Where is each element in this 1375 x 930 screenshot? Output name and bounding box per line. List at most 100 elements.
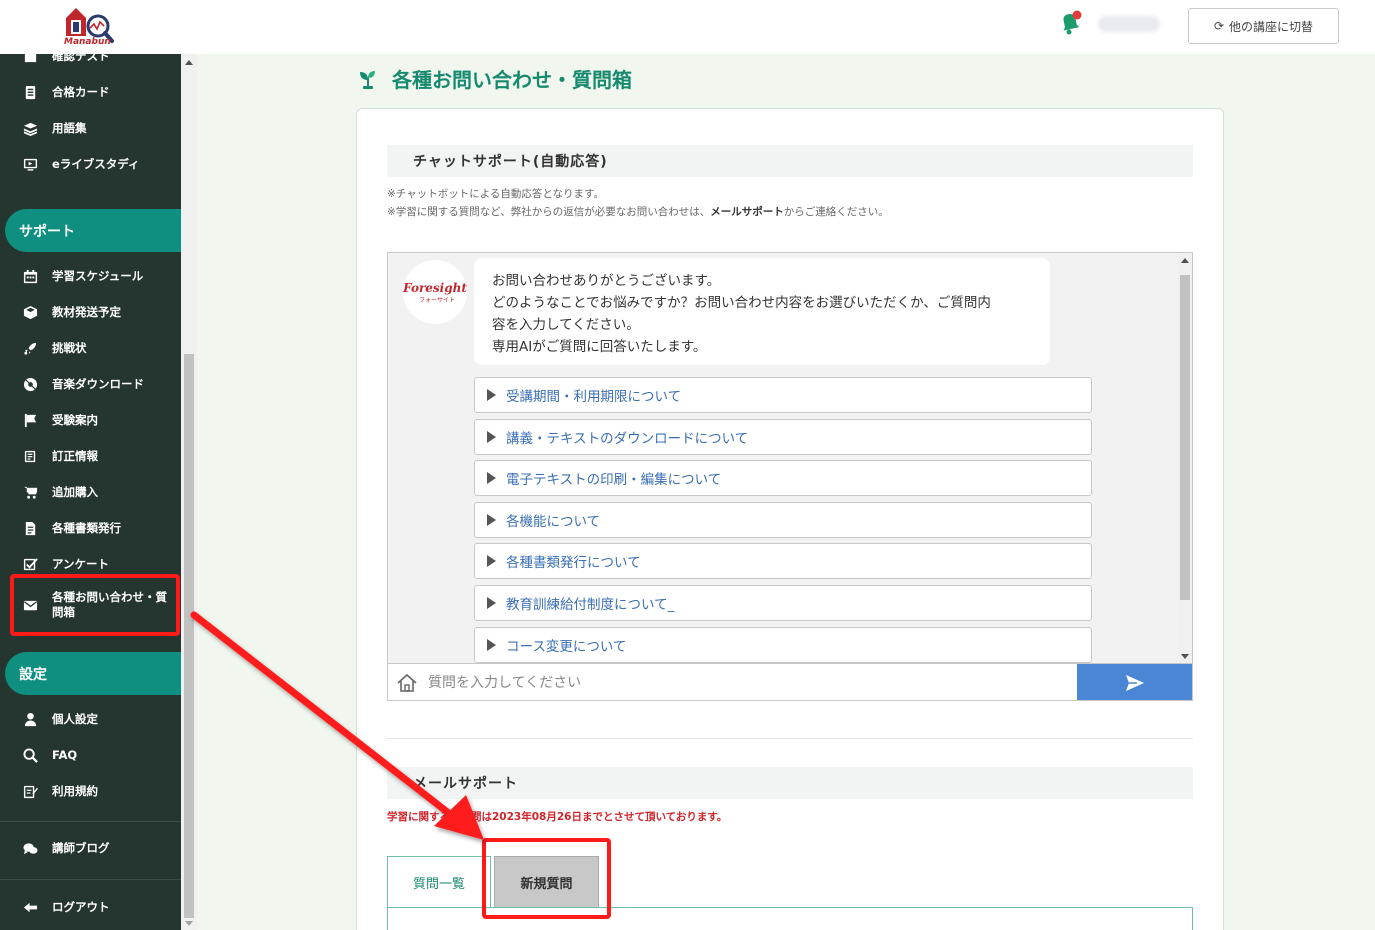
top-header: Manabun ⟳ 他の講座に切替 — [0, 0, 1375, 54]
sidebar-item-label: 訂正情報 — [52, 449, 98, 463]
sidebar-item-exam-guide[interactable]: 受験案内 — [0, 402, 181, 438]
puzzle-icon — [22, 54, 38, 64]
terms-icon — [22, 783, 38, 799]
send-icon — [1126, 675, 1144, 691]
send-button[interactable] — [1077, 664, 1192, 700]
manabun-logo[interactable]: Manabun — [56, 4, 120, 50]
sidebar-item-logout[interactable]: ログアウト — [0, 889, 181, 925]
sidebar-item-label: 用語集 — [52, 121, 87, 135]
chat-option-course-change[interactable]: コース変更について — [474, 627, 1092, 663]
sidebar-item-label: 教材発送予定 — [52, 305, 121, 319]
plant-leaf-icon — [360, 70, 375, 89]
chat-option-period[interactable]: 受講期間・利用期限について — [474, 377, 1092, 413]
bot-message-line: お問い合わせありがとうございます。 — [492, 273, 721, 289]
switch-course-button[interactable]: ⟳ 他の講座に切替 — [1188, 8, 1339, 44]
scroll-thumb[interactable] — [184, 354, 194, 918]
home-icon[interactable] — [396, 672, 418, 694]
sidebar-scrollbar[interactable] — [181, 54, 197, 930]
sidebar-section-settings: 設定 — [5, 652, 181, 695]
bot-name: Foresight — [403, 280, 467, 295]
sidebar-item-e-live-study[interactable]: eライブスタディ — [0, 146, 181, 182]
sidebar-item-label: eライブスタディ — [52, 157, 140, 171]
sidebar-item-music-download[interactable]: 音楽ダウンロード — [0, 366, 181, 402]
rocket-icon — [22, 340, 38, 356]
chat-option-label: 受講期間・利用期限について — [506, 389, 682, 405]
chat-option-download[interactable]: 講義・テキストのダウンロードについて — [474, 419, 1092, 455]
chat-section-title: チャットサポート(自動応答) — [387, 145, 1193, 177]
chat-note-2: ※学習に関する質問など、弊社からの返信が必要なお問い合わせは、メールサポートから… — [387, 204, 889, 219]
chat-note-2-tail: からご連絡ください。 — [783, 206, 889, 218]
bot-message-line: どのようなことでお悩みですか？お問い合わせ内容をお選びいただくか、ご質問内 — [492, 295, 991, 311]
flag-icon — [22, 412, 38, 428]
bot-message-line: 専用AIがご質問に回答いたします。 — [492, 339, 707, 355]
sidebar-item-label: 確認テスト — [52, 54, 110, 63]
chat-note-2-text: ※学習に関する質問など、弊社からの返信が必要なお問い合わせは、 — [387, 206, 711, 218]
sidebar-item-errata[interactable]: 訂正情報 — [0, 438, 181, 474]
mail-support-link[interactable]: メールサポート — [710, 206, 784, 218]
sidebar-item-label: ログアウト — [52, 900, 110, 914]
chat-note-1: ※チャットボットによる自動応答となります。 — [387, 188, 605, 200]
chat-option-features[interactable]: 各機能について — [474, 502, 1092, 538]
sidebar-item-glossary[interactable]: 用語集 — [0, 110, 181, 146]
notification-bell-icon[interactable] — [1058, 10, 1082, 36]
sidebar-item-label: 各種書類発行 — [52, 521, 121, 535]
triangle-right-icon — [487, 597, 496, 609]
refresh-icon: ⟳ — [1213, 19, 1225, 33]
bot-subname: フォーサイト — [419, 296, 455, 304]
chat-scroll-down-icon[interactable] — [1181, 654, 1189, 659]
highlight-box-sidebar — [10, 574, 180, 636]
bot-avatar: Foresight フォーサイト — [403, 260, 467, 324]
sidebar-divider — [0, 821, 181, 822]
sidebar-item-quiz[interactable]: 確認テスト — [0, 54, 181, 74]
chat-option-documents[interactable]: 各種書類発行について — [474, 543, 1092, 579]
edit-list-icon — [22, 448, 38, 464]
chat-scroll-thumb[interactable] — [1180, 275, 1190, 600]
mail-deadline-note: 学習に関するご質問は2023年08月26日までとさせて頂いております。 — [387, 811, 728, 823]
sidebar-item-label: アンケート — [52, 557, 110, 571]
sidebar-section-support: サポート — [5, 209, 181, 252]
triangle-right-icon — [487, 431, 496, 443]
tab-question-list[interactable]: 質問一覧 — [387, 856, 491, 908]
chat-option-label: 講義・テキストのダウンロードについて — [506, 431, 749, 447]
sidebar-item-label: FAQ — [52, 748, 78, 762]
sidebar-item-pass-card[interactable]: 合格カード — [0, 74, 181, 110]
sidebar-item-documents[interactable]: 各種書類発行 — [0, 510, 181, 546]
switch-course-label: 他の講座に切替 — [1229, 19, 1314, 34]
chat-scroll-up-icon[interactable] — [1181, 258, 1189, 263]
chat-option-label: 各機能について — [506, 514, 601, 530]
logo-text: Manabun — [64, 37, 111, 47]
sidebar-item-label: 講師ブログ — [52, 841, 110, 855]
book-stack-icon — [22, 120, 38, 136]
chatbot-window: Foresight フォーサイト お問い合わせありがとうございます。 どのような… — [387, 252, 1193, 701]
chat-option-benefit[interactable]: 教育訓練給付制度について_ — [474, 585, 1092, 621]
sidebar-item-personal-settings[interactable]: 個人設定 — [0, 701, 181, 737]
logout-arrow-icon — [22, 899, 38, 915]
section-divider — [387, 738, 1193, 739]
chat-question-input[interactable] — [428, 672, 1068, 694]
scroll-down-icon[interactable] — [185, 921, 193, 926]
sidebar-item-terms[interactable]: 利用規約 — [0, 773, 181, 809]
search-icon — [22, 747, 38, 763]
sidebar-item-faq[interactable]: FAQ — [0, 737, 181, 773]
sidebar-item-schedule[interactable]: 学習スケジュール — [0, 258, 181, 294]
music-disc-icon — [22, 376, 38, 392]
sidebar-item-instructor-blog[interactable]: 講師ブログ — [0, 830, 181, 866]
sidebar-item-shipping[interactable]: 教材発送予定 — [0, 294, 181, 330]
scroll-up-icon[interactable] — [185, 60, 193, 65]
triangle-right-icon — [487, 472, 496, 484]
chat-option-label: 教育訓練給付制度について_ — [506, 597, 675, 613]
chat-scrollbar[interactable] — [1177, 253, 1192, 663]
sidebar-item-label: 学習スケジュール — [52, 269, 144, 283]
chat-option-print[interactable]: 電子テキストの印刷・編集について — [474, 460, 1092, 496]
sidebar-item-challenge[interactable]: 挑戦状 — [0, 330, 181, 366]
sidebar-item-label: 追加購入 — [52, 485, 98, 499]
sidebar-item-additional-purchase[interactable]: 追加購入 — [0, 474, 181, 510]
chat-option-label: コース変更について — [506, 639, 627, 655]
chat-option-label: 電子テキストの印刷・編集について — [506, 472, 722, 488]
highlight-box-new-question — [482, 838, 611, 919]
triangle-right-icon — [487, 514, 496, 526]
sidebar-item-label: 利用規約 — [52, 784, 98, 798]
sidebar-divider — [0, 879, 181, 880]
card-icon — [22, 84, 38, 100]
chat-option-label: 各種書類発行について — [506, 555, 641, 571]
